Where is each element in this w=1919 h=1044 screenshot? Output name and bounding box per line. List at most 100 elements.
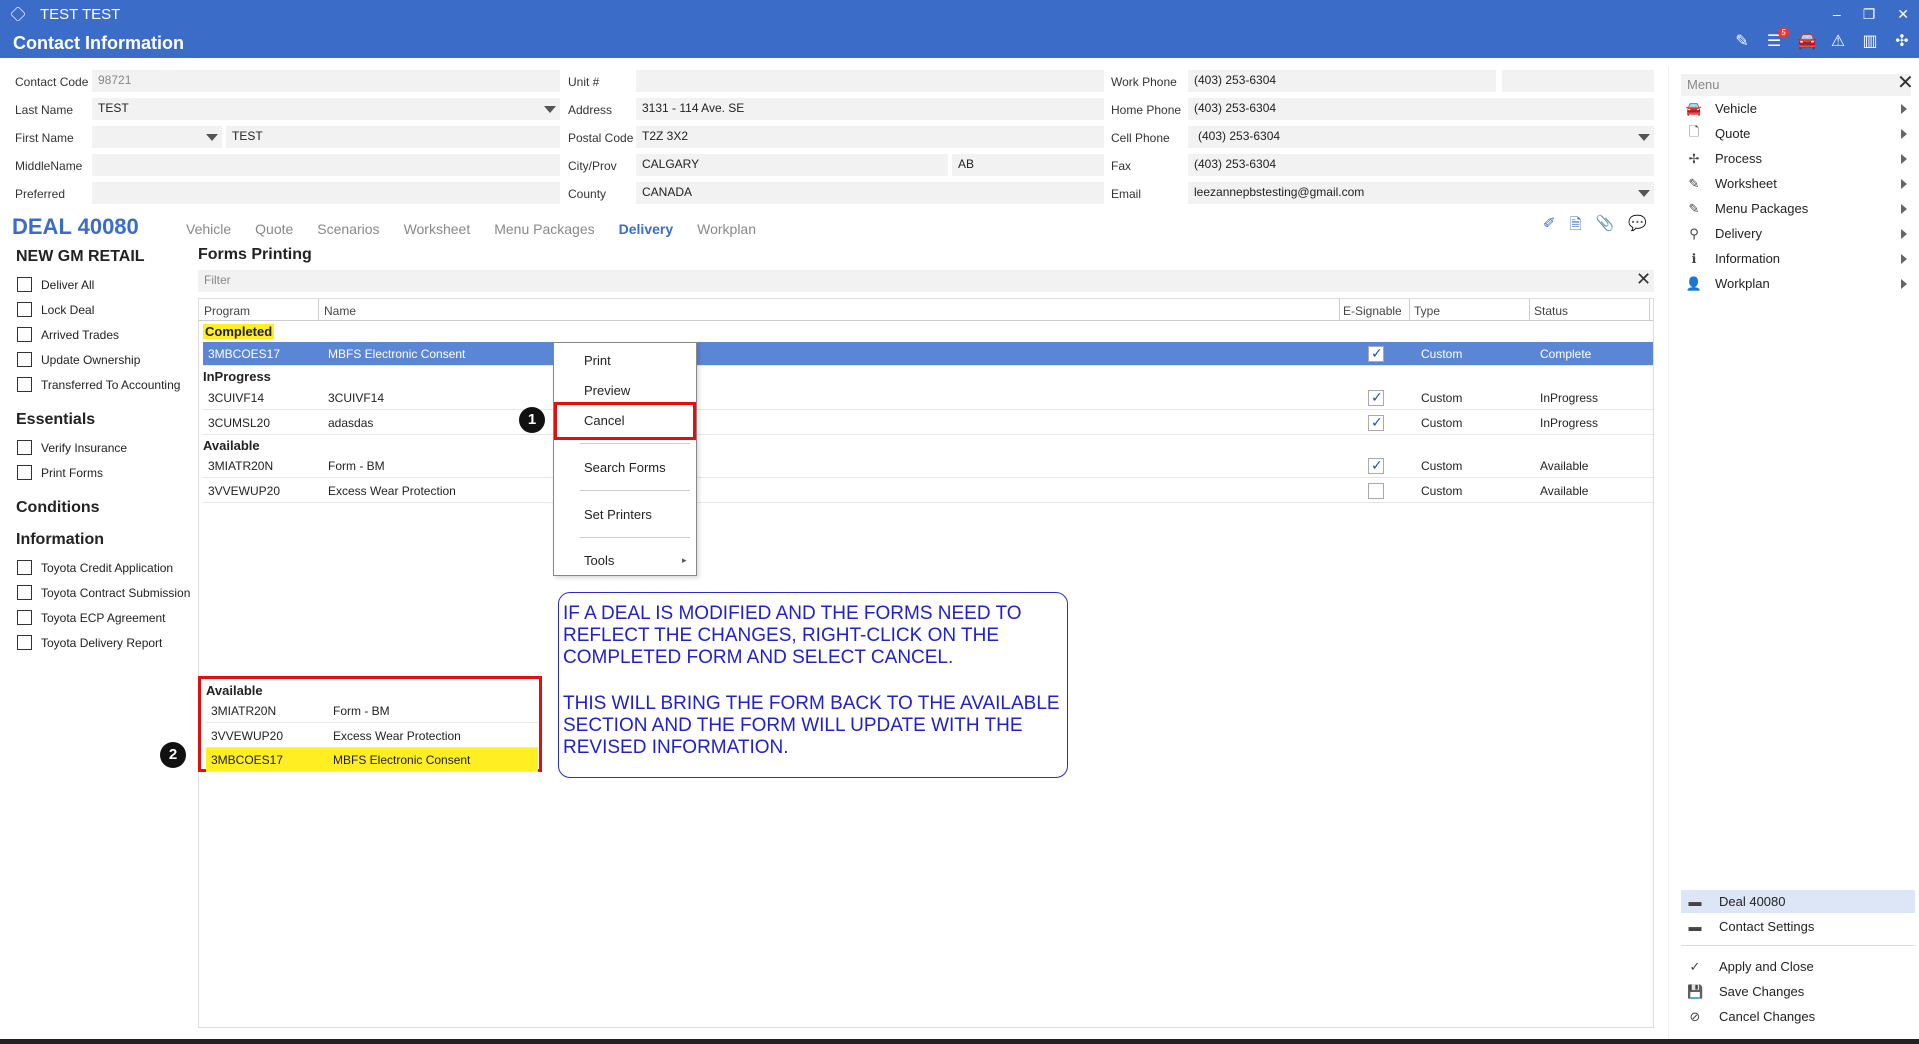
car-icon[interactable]: 🚘 bbox=[1797, 33, 1817, 51]
address-field[interactable]: 3131 - 114 Ave. SE bbox=[636, 98, 1104, 120]
esign-checkbox[interactable] bbox=[1368, 414, 1384, 431]
menu-process[interactable]: ✢ Process bbox=[1685, 146, 1911, 171]
checkbox[interactable] bbox=[17, 377, 32, 392]
nav-deal-40080[interactable]: ▬ Deal 40080 bbox=[1681, 890, 1915, 913]
check-arrived-trades[interactable]: Arrived Trades bbox=[12, 322, 197, 347]
clear-filter-icon[interactable]: ✕ bbox=[1636, 269, 1651, 290]
checkbox[interactable] bbox=[17, 440, 32, 455]
check-toyota-delivery-report[interactable]: Toyota Delivery Report bbox=[12, 630, 197, 655]
tab-delivery[interactable]: Delivery bbox=[619, 221, 673, 237]
check-transferred-to-accounting[interactable]: Transferred To Accounting bbox=[12, 372, 197, 397]
checkbox[interactable] bbox=[17, 635, 32, 650]
check-toyota-ecp-agreement[interactable]: Toyota ECP Agreement bbox=[12, 605, 197, 630]
salutation-select[interactable] bbox=[92, 126, 222, 148]
tab-menu-packages[interactable]: Menu Packages bbox=[494, 221, 594, 237]
check-print-forms[interactable]: Print Forms bbox=[12, 460, 197, 485]
warning-icon[interactable]: ⚠ bbox=[1829, 33, 1847, 51]
menu-information[interactable]: ℹ Information bbox=[1685, 246, 1911, 271]
postal-code-field[interactable]: T2Z 3X2 bbox=[636, 126, 1104, 148]
cell-phone-field[interactable]: (403) 253-6304 bbox=[1188, 126, 1654, 148]
menu-item-print[interactable]: Print bbox=[584, 353, 611, 368]
checkbox[interactable] bbox=[17, 560, 32, 575]
last-name-field[interactable]: TEST bbox=[92, 98, 560, 120]
checkbox[interactable] bbox=[17, 352, 32, 367]
county-field[interactable]: CANADA bbox=[636, 182, 1104, 204]
menu-menu-packages[interactable]: ✎ Menu Packages bbox=[1685, 196, 1911, 221]
minimize-button[interactable]: – bbox=[1833, 6, 1841, 23]
preferred-field[interactable] bbox=[92, 182, 560, 204]
nav-contact-settings[interactable]: ▬ Contact Settings bbox=[1681, 915, 1915, 938]
close-menu-icon[interactable]: ✕ bbox=[1897, 70, 1914, 95]
check-deliver-all[interactable]: Deliver All bbox=[12, 272, 197, 297]
restore-button[interactable]: ❐ bbox=[1863, 6, 1876, 23]
menu-item-set-printers[interactable]: Set Printers bbox=[584, 507, 652, 522]
comments-icon[interactable]: 💬 bbox=[1628, 214, 1647, 239]
edit-tag-icon[interactable]: ✐ bbox=[1543, 214, 1556, 239]
check-update-ownership[interactable]: Update Ownership bbox=[12, 347, 197, 372]
notes-icon[interactable]: ✎ bbox=[1733, 33, 1751, 51]
attachment-icon[interactable]: 📎 bbox=[1596, 214, 1615, 239]
last-name-dropdown-icon[interactable] bbox=[544, 106, 556, 113]
check-lock-deal[interactable]: Lock Deal bbox=[12, 297, 197, 322]
col-name[interactable]: Name bbox=[324, 304, 356, 318]
check-toyota-contract-submission[interactable]: Toyota Contract Submission bbox=[12, 580, 197, 605]
email-field[interactable]: leezannepbstesting@gmail.com bbox=[1188, 182, 1654, 204]
cancel-changes-button[interactable]: ⊘ Cancel Changes bbox=[1681, 1005, 1915, 1028]
menu-quote[interactable]: 🗋 Quote bbox=[1685, 121, 1911, 146]
table-row[interactable]: 3VVEWUP20 Excess Wear Protection Custom … bbox=[203, 479, 1653, 503]
unit-field[interactable] bbox=[636, 70, 1104, 92]
checkbox[interactable] bbox=[17, 585, 32, 600]
checkbox[interactable] bbox=[17, 610, 32, 625]
check-verify-insurance[interactable]: Verify Insurance bbox=[12, 435, 197, 460]
menu-item-tools[interactable]: Tools bbox=[584, 553, 614, 568]
province-field[interactable]: AB bbox=[952, 154, 1104, 176]
forms-filter-input[interactable]: Filter bbox=[198, 270, 1654, 292]
table-row[interactable]: 3CUMSL20 adasdas Custom InProgress bbox=[203, 411, 1653, 435]
first-name-field[interactable]: TEST bbox=[226, 126, 560, 148]
plugin-icon[interactable]: ✣ bbox=[1893, 33, 1911, 51]
tasks-icon[interactable]: ☰ 5 bbox=[1765, 27, 1789, 51]
col-esignable[interactable]: E-Signable bbox=[1343, 304, 1402, 318]
menu-vehicle[interactable]: 🚘 Vehicle bbox=[1685, 96, 1911, 121]
esign-checkbox[interactable] bbox=[1368, 457, 1384, 474]
menu-worksheet[interactable]: ✎ Worksheet bbox=[1685, 171, 1911, 196]
col-status[interactable]: Status bbox=[1534, 304, 1568, 318]
esign-checkbox[interactable] bbox=[1368, 389, 1384, 406]
esign-checkbox[interactable] bbox=[1368, 345, 1384, 362]
checkbox[interactable] bbox=[17, 277, 32, 292]
menu-item-search-forms[interactable]: Search Forms bbox=[584, 460, 666, 475]
checkbox[interactable] bbox=[17, 465, 32, 480]
work-phone-field[interactable]: (403) 253-6304 bbox=[1188, 70, 1496, 92]
table-row[interactable]: 3MBCOES17 MBFS Electronic Consent Custom… bbox=[203, 342, 1653, 366]
tab-quote[interactable]: Quote bbox=[255, 221, 293, 237]
city-field[interactable]: CALGARY bbox=[636, 154, 948, 176]
save-changes-button[interactable]: 💾 Save Changes bbox=[1681, 980, 1915, 1003]
email-dropdown-icon[interactable] bbox=[1638, 190, 1650, 197]
chart-icon[interactable]: ▥ bbox=[1861, 33, 1879, 51]
col-program[interactable]: Program bbox=[204, 304, 250, 318]
cell-phone-dropdown-icon[interactable] bbox=[1638, 134, 1650, 141]
document-icon[interactable]: 🗎 bbox=[1570, 214, 1582, 239]
apply-and-close-button[interactable]: ✓ Apply and Close bbox=[1681, 955, 1915, 978]
checkbox[interactable] bbox=[17, 302, 32, 317]
home-phone-field[interactable]: (403) 253-6304 bbox=[1188, 98, 1654, 120]
tab-workplan[interactable]: Workplan bbox=[697, 221, 756, 237]
tab-scenarios[interactable]: Scenarios bbox=[317, 221, 379, 237]
menu-delivery[interactable]: ⚲ Delivery bbox=[1685, 221, 1911, 246]
checkbox[interactable] bbox=[17, 327, 32, 342]
work-phone-ext-field[interactable] bbox=[1502, 70, 1654, 92]
col-type[interactable]: Type bbox=[1414, 304, 1440, 318]
menu-workplan[interactable]: 👤 Workplan bbox=[1685, 271, 1911, 296]
table-row[interactable]: 3MIATR20N Form - BM Custom Available bbox=[203, 454, 1653, 478]
middle-name-field[interactable] bbox=[92, 154, 560, 176]
tab-vehicle[interactable]: Vehicle bbox=[186, 221, 231, 237]
contact-code-field[interactable]: 98721 bbox=[92, 70, 560, 92]
salutation-dropdown-icon[interactable] bbox=[206, 134, 218, 141]
check-toyota-credit-application[interactable]: Toyota Credit Application bbox=[12, 555, 197, 580]
tab-worksheet[interactable]: Worksheet bbox=[404, 221, 471, 237]
table-row[interactable]: 3CUIVF14 3CUIVF14 Custom InProgress bbox=[203, 386, 1653, 410]
esign-checkbox[interactable] bbox=[1368, 483, 1384, 499]
menu-item-preview[interactable]: Preview bbox=[584, 383, 630, 398]
close-window-button[interactable]: ✕ bbox=[1897, 6, 1909, 23]
fax-field[interactable]: (403) 253-6304 bbox=[1188, 154, 1654, 176]
